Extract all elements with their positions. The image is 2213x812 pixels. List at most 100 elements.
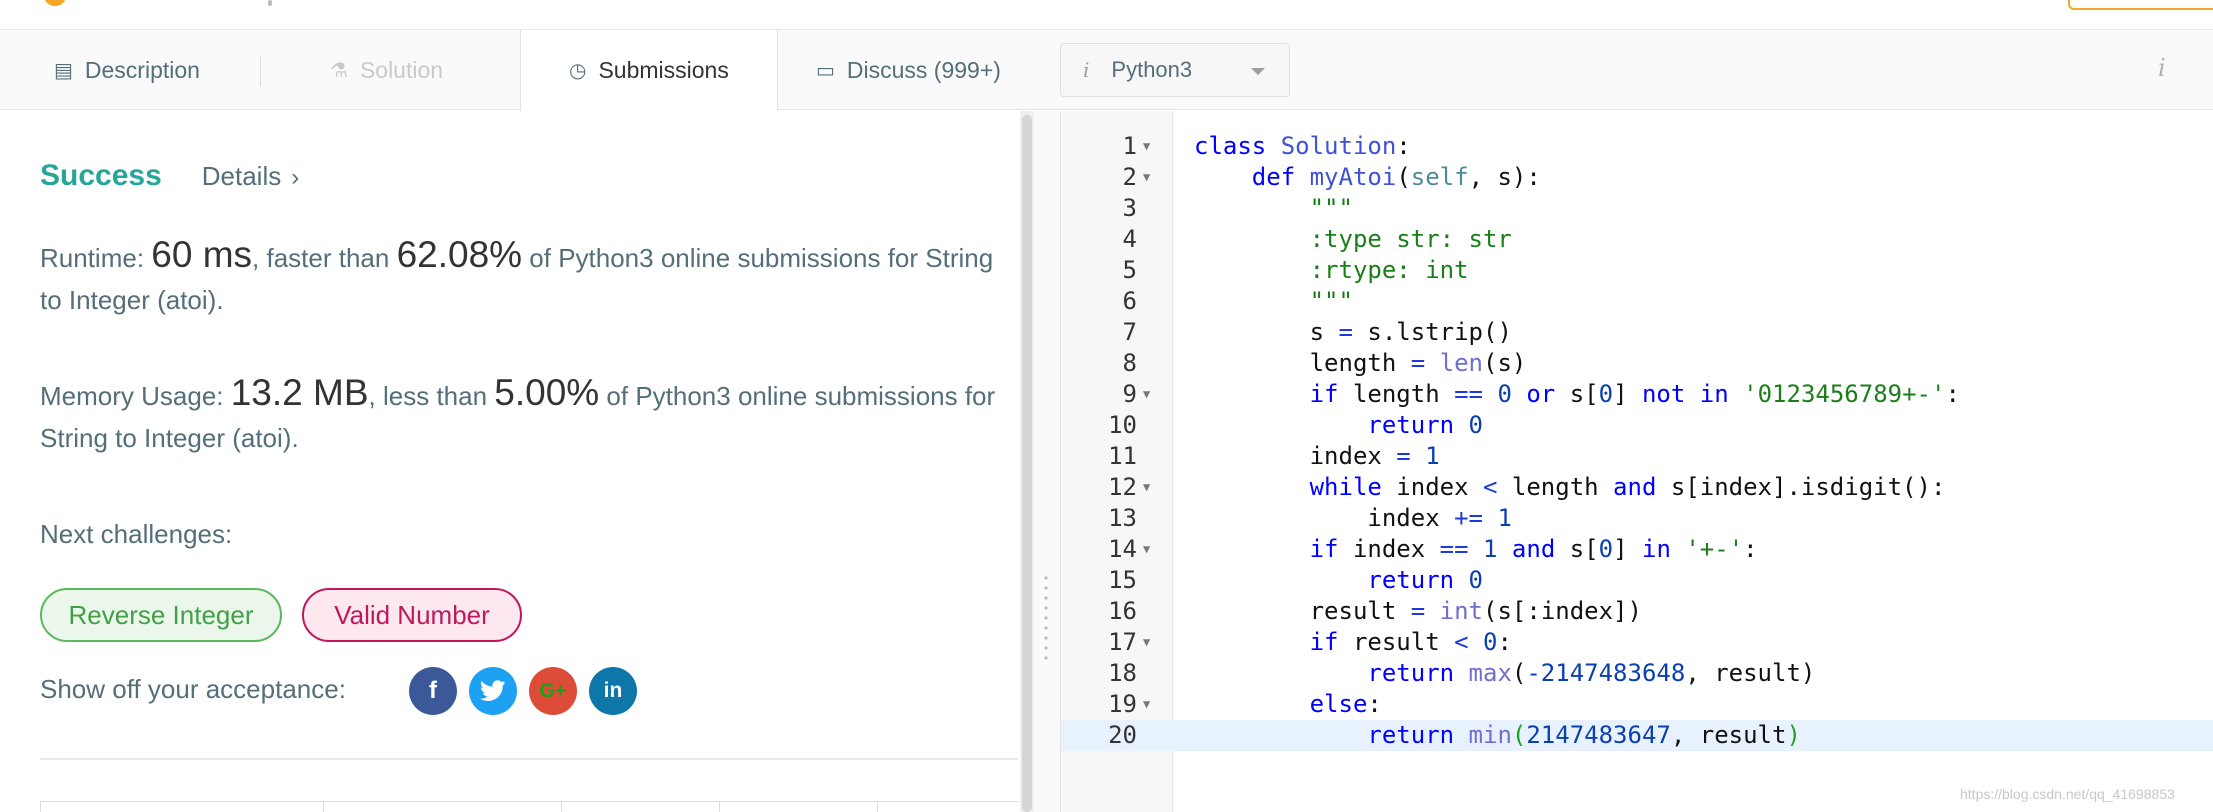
line-number: 19 <box>1108 690 1137 718</box>
top-navbar <box>0 0 2213 30</box>
challenge-valid-number[interactable]: Valid Number <box>302 588 522 642</box>
code-line[interactable]: 13 index += 1 <box>1061 503 2213 534</box>
scrollbar-thumb[interactable] <box>1022 115 1032 812</box>
code-lines[interactable]: 1 ▼ class Solution: 2 ▼ def myAtoi(self, s):… <box>1061 131 2213 751</box>
info-icon[interactable]: i <box>2158 54 2166 82</box>
fold-arrow-icon[interactable]: ▼ <box>1143 472 1150 503</box>
code-editor[interactable]: 1 ▼ class Solution: 2 ▼ def myAtoi(self, s):… <box>1060 111 2213 812</box>
navbar-button[interactable] <box>2068 0 2213 10</box>
line-number: 20 <box>1108 721 1137 749</box>
tab-discuss[interactable]: ▭ Discuss (999+) <box>816 30 1001 110</box>
code-line[interactable]: 10 return 0 <box>1061 410 2213 441</box>
code-text: if result < 0: <box>1309 628 1512 656</box>
line-number: 1 <box>1122 132 1137 160</box>
clock-icon: ◷ <box>569 60 587 82</box>
code-line[interactable]: 6 """ <box>1061 286 2213 317</box>
tab-label: Description <box>84 56 200 83</box>
line-number: 8 <box>1122 349 1137 377</box>
fold-arrow-icon[interactable]: ▼ <box>1143 534 1150 565</box>
next-challenges-label: Next challenges: <box>40 519 233 549</box>
line-number: 9 <box>1122 380 1137 408</box>
linkedin-icon[interactable]: in <box>589 667 637 715</box>
code-text: return 0 <box>1367 411 1483 439</box>
code-line[interactable]: 12 ▼ while index < length and s[index].is… <box>1061 472 2213 503</box>
code-text: return 0 <box>1367 566 1483 594</box>
line-number: 14 <box>1108 535 1137 563</box>
facebook-icon[interactable]: f <box>409 667 457 715</box>
code-line[interactable]: 5 :rtype: int <box>1061 255 2213 286</box>
code-line[interactable]: 15 return 0 <box>1061 565 2213 596</box>
share-label: Show off your acceptance: <box>40 674 346 704</box>
panel-resize-handle[interactable] <box>1034 111 1060 812</box>
code-line[interactable]: 1 ▼ class Solution: <box>1061 131 2213 162</box>
code-line[interactable]: 18 return max(-2147483648, result) <box>1061 658 2213 689</box>
tab-label: Submissions <box>598 57 729 83</box>
google-plus-icon[interactable]: G+ <box>529 667 577 715</box>
runtime-value: 60 ms <box>151 234 253 275</box>
code-text: if length == 0 or s[0] not in '012345678… <box>1309 380 1960 408</box>
code-text: if index == 1 and s[0] in '+-': <box>1309 535 1758 563</box>
line-number: 10 <box>1108 411 1137 439</box>
language-select[interactable]: i Python3 <box>1060 43 1290 97</box>
code-text: return max(-2147483648, result) <box>1367 659 1816 687</box>
memory-percent: 5.00% <box>494 372 600 413</box>
tab-label: Discuss (999+) <box>846 56 1001 83</box>
twitter-bird-icon <box>480 680 506 701</box>
line-number: 18 <box>1108 659 1137 687</box>
line-number: 7 <box>1122 318 1137 346</box>
language-value: Python3 <box>1111 57 1193 82</box>
code-text: :type str: str <box>1194 225 1512 253</box>
code-text: length = len(s) <box>1194 349 1527 377</box>
tab-description[interactable]: ▤ Description <box>54 30 200 110</box>
code-line[interactable]: 2 ▼ def myAtoi(self, s): <box>1061 162 2213 193</box>
code-text: index += 1 <box>1194 504 1512 532</box>
code-text: while index < length and s[index].isdigi… <box>1309 473 1946 501</box>
twitter-icon[interactable] <box>469 667 517 715</box>
code-text: def myAtoi(self, s): <box>1251 163 1541 191</box>
fold-arrow-icon[interactable]: ▼ <box>1143 379 1150 410</box>
memory-label: Memory Usage: <box>40 381 231 411</box>
code-line[interactable]: 11 index = 1 <box>1061 441 2213 472</box>
code-line[interactable]: 16 result = int(s[:index]) <box>1061 596 2213 627</box>
code-line[interactable]: 9 ▼ if length == 0 or s[0] not in '012345… <box>1061 379 2213 410</box>
line-number: 6 <box>1122 287 1137 315</box>
runtime-mid: , faster than <box>252 243 397 273</box>
code-line[interactable]: 3 """ <box>1061 193 2213 224</box>
code-line[interactable]: 7 s = s.lstrip() <box>1061 317 2213 348</box>
line-number: 4 <box>1122 225 1137 253</box>
code-line[interactable]: 19 ▼ else: <box>1061 689 2213 720</box>
code-line[interactable]: 8 length = len(s) <box>1061 348 2213 379</box>
memory-summary: Memory Usage: 13.2 MB, less than 5.00% o… <box>40 372 1020 459</box>
challenge-reverse-integer[interactable]: Reverse Integer <box>40 588 282 642</box>
tab-bar: ▤ Description ⚗ Solution ◷ Submissions ▭… <box>0 30 2213 111</box>
code-text: """ <box>1194 194 1353 222</box>
code-text: index = 1 <box>1194 442 1440 470</box>
line-number: 16 <box>1108 597 1137 625</box>
fold-arrow-icon[interactable]: ▼ <box>1143 689 1150 720</box>
code-text: s = s.lstrip() <box>1194 318 1512 346</box>
left-scrollbar[interactable] <box>1020 111 1034 812</box>
runtime-percent: 62.08% <box>396 234 523 275</box>
tab-label: Solution <box>359 56 444 83</box>
fold-arrow-icon[interactable]: ▼ <box>1143 627 1150 658</box>
line-number: 15 <box>1108 566 1137 594</box>
logo-icon[interactable] <box>44 0 66 6</box>
fold-arrow-icon[interactable]: ▼ <box>1143 131 1150 162</box>
memory-value: 13.2 MB <box>230 372 369 413</box>
code-line[interactable]: 20 return min(2147483647, result) <box>1061 720 2213 751</box>
code-line[interactable]: 14 ▼ if index == 1 and s[0] in '+-': <box>1061 534 2213 565</box>
status-row: Success Details › <box>40 159 299 193</box>
flask-icon: ⚗ <box>330 59 348 82</box>
details-link[interactable]: Details › <box>202 161 299 192</box>
code-line[interactable]: 4 :type str: str <box>1061 224 2213 255</box>
tab-submissions[interactable]: ◷ Submissions <box>520 30 778 111</box>
watermark: https://blog.csdn.net/qq_41698853 <box>1960 786 2175 802</box>
details-label: Details <box>201 161 282 191</box>
comment-icon: ▭ <box>816 59 835 82</box>
code-line[interactable]: 17 ▼ if result < 0: <box>1061 627 2213 658</box>
line-number: 13 <box>1108 504 1137 532</box>
tab-solution[interactable]: ⚗ Solution <box>330 30 443 110</box>
code-text: result = int(s[:index]) <box>1194 597 1642 625</box>
info-icon: i <box>1083 58 1090 82</box>
fold-arrow-icon[interactable]: ▼ <box>1143 162 1150 193</box>
